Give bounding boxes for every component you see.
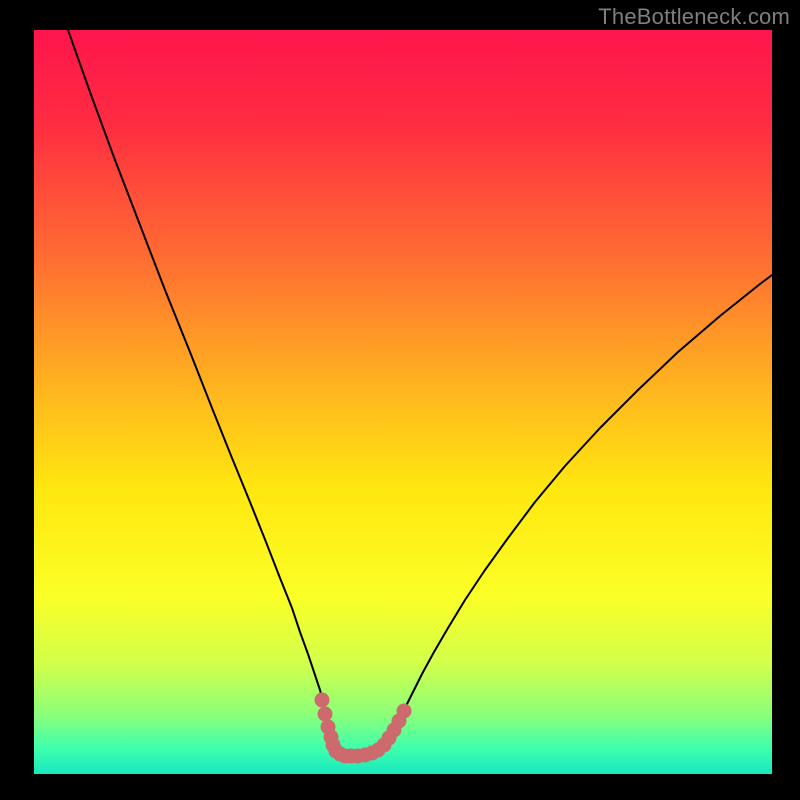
chart-svg bbox=[0, 0, 800, 800]
curve-marker bbox=[315, 693, 330, 708]
chart-frame: TheBottleneck.com bbox=[0, 0, 800, 800]
watermark-text: TheBottleneck.com bbox=[598, 4, 790, 30]
curve-marker bbox=[397, 704, 412, 719]
curve-marker bbox=[318, 707, 333, 722]
plot-area bbox=[34, 30, 772, 774]
